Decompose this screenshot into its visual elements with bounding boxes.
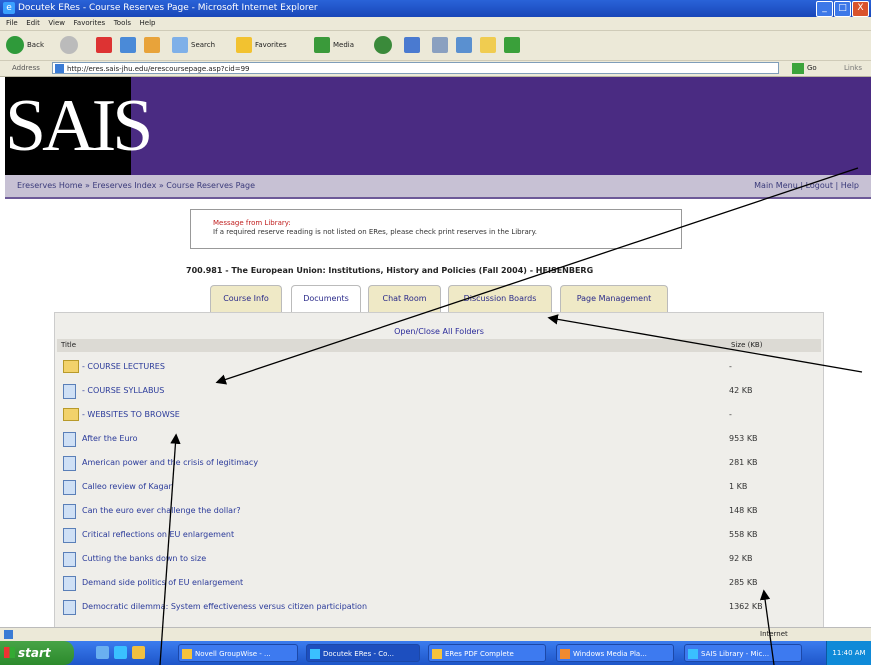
- annotation-arrow: [759, 589, 775, 665]
- annotation-arrow: [215, 167, 859, 385]
- annotation-arrow: [159, 433, 181, 665]
- annotation-arrow: [547, 314, 863, 373]
- annotation-arrows: [159, 167, 863, 665]
